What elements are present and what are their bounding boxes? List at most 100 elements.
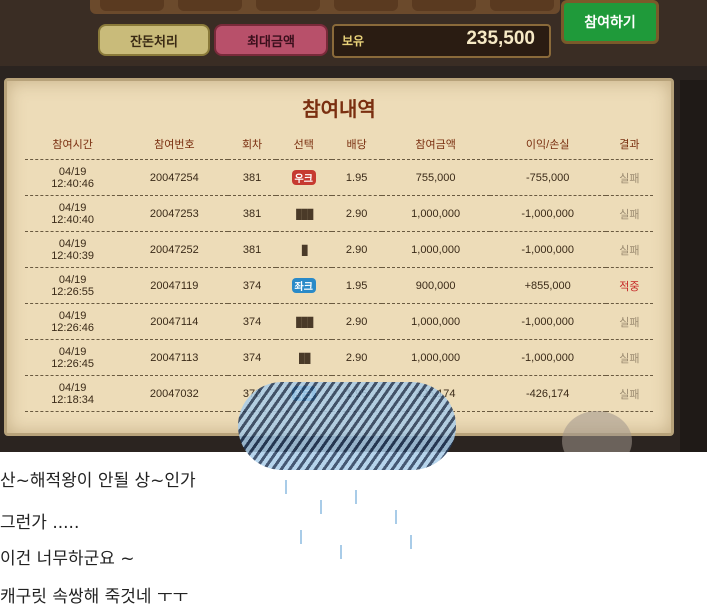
pl-cell: -426,174 (489, 375, 606, 412)
pick-cell: ▮▮▮ (275, 195, 332, 232)
round-cell: 381 (228, 159, 276, 196)
pick-cell: ▮▮ (275, 339, 332, 376)
odds-cell: 1.95 (331, 267, 382, 304)
time-text: 12:40:40 (51, 213, 95, 226)
table-row: 04/19 12:26:45 20047113 374 ▮▮ 2.90 1,000,000-… (25, 339, 653, 376)
pl-cell: -1,000,000 (489, 339, 606, 376)
max-amount-button[interactable]: 최대금액 (214, 24, 328, 56)
col-id: 참여번호 (120, 129, 229, 160)
date-text: 04/19 (58, 309, 87, 322)
pl-cell: -755,000 (489, 159, 606, 196)
pick-cell: ▮ (275, 231, 332, 268)
result-cell: 실패 (605, 339, 653, 376)
col-result: 결과 (605, 129, 653, 160)
balance-label: 보유 (342, 34, 365, 48)
id-cell: 20047253 (120, 195, 229, 232)
mascot-icon (562, 411, 632, 452)
comment-item: 캐구릿 속쌍해 죽것네 ㅜㅜ (0, 587, 189, 607)
ladder-icon: ▮▮▮ (295, 205, 314, 221)
odds-cell: 2.90 (331, 303, 382, 340)
id-cell: 20047032 (120, 375, 229, 412)
amount-cell: 755,000 (381, 159, 490, 196)
tab-strip (90, 0, 560, 14)
date-text: 04/19 (58, 273, 87, 286)
odds-cell: 2.90 (331, 195, 382, 232)
right-edge (680, 80, 707, 452)
pl-cell: -1,000,000 (489, 195, 606, 232)
result-cell: 실패 (605, 231, 653, 268)
time-text: 12:26:45 (51, 357, 95, 370)
id-cell: 20047252 (120, 231, 229, 268)
time-cell: 04/19 12:26:45 (25, 339, 121, 376)
pick-cell: ▮▮▮ (275, 303, 332, 340)
table-row: 04/19 12:26:46 20047114 374 ▮▮▮ 2.90 1,000,000… (25, 303, 653, 340)
pick-cell: 좌크 (275, 267, 332, 304)
comment-list: 산~해적왕이 안될 상~인가 그런가 ..... 이건 너무하군요 ~ 캐구릿 … (0, 452, 707, 616)
amount-cell: 1,000,000 (381, 339, 490, 376)
result-cell: 실패 (605, 159, 653, 196)
change-button[interactable]: 잔돈처리 (98, 24, 210, 56)
time-text: 12:40:39 (51, 249, 95, 262)
time-cell: 04/19 12:40:46 (25, 159, 121, 196)
top-toolbar: 잔돈처리 최대금액 보유 235,500 참여하기 (0, 0, 707, 66)
table-row: 04/19 12:26:55 20047119 374 좌크 1.95 900,000 +85… (25, 267, 653, 304)
result-cell: 적중 (605, 267, 653, 304)
round-cell: 374 (228, 339, 276, 376)
table-row: 04/19 12:40:39 20047252 381 ▮ 2.90 1,000,000 -1… (25, 231, 653, 268)
result-cell: 실패 (605, 303, 653, 340)
time-cell: 04/19 12:26:55 (25, 267, 121, 304)
balance-value: 235,500 (466, 28, 535, 49)
ladder-icon: ▮ (300, 241, 309, 257)
comment-item: 산~해적왕이 안될 상~인가 (0, 471, 196, 491)
amount-cell: 1,000,000 (381, 231, 490, 268)
time-cell: 04/19 12:40:40 (25, 195, 121, 232)
col-pick: 선택 (275, 129, 332, 160)
round-cell: 381 (228, 195, 276, 232)
id-cell: 20047114 (120, 303, 229, 340)
time-text: 12:40:46 (51, 177, 95, 190)
id-cell: 20047113 (120, 339, 229, 376)
table-row: 04/19 12:40:46 20047254 381 우크 1.95 755,000 -75… (25, 159, 653, 196)
amount-cell: 900,000 (381, 267, 490, 304)
amount-cell: 1,000,000 (381, 303, 490, 340)
left-badge-icon: 좌크 (291, 278, 316, 293)
ladder-icon: ▮▮▮ (295, 313, 314, 329)
pl-cell: -1,000,000 (489, 303, 606, 340)
id-cell: 20047119 (120, 267, 229, 304)
pl-cell: -1,000,000 (489, 231, 606, 268)
col-amount: 참여금액 (381, 129, 490, 160)
odds-cell: 1.95 (331, 159, 382, 196)
col-pl: 이익/손실 (489, 129, 606, 160)
pl-cell: +855,000 (489, 267, 606, 304)
time-text: 12:26:55 (51, 285, 95, 298)
join-button[interactable]: 참여하기 (561, 0, 659, 44)
date-text: 04/19 (58, 201, 87, 214)
result-cell: 실패 (605, 195, 653, 232)
odds-cell: 2.90 (331, 339, 382, 376)
panel-title: 참여내역 (302, 99, 376, 121)
date-text: 04/19 (58, 345, 87, 358)
col-odds: 배당 (331, 129, 382, 160)
time-text: 12:18:34 (51, 393, 95, 406)
pick-cell: 우크 (275, 159, 332, 196)
col-round: 회차 (228, 129, 276, 160)
time-text: 12:26:46 (51, 321, 95, 334)
right-badge-icon: 우크 (291, 170, 316, 185)
time-cell: 04/19 12:26:46 (25, 303, 121, 340)
comment-item: 이건 너무하군요 ~ (0, 549, 135, 569)
date-text: 04/19 (58, 165, 87, 178)
history-table: 참여시간 참여번호 회차 선택 배당 참여금액 이익/손실 결과 04/19 12… (25, 129, 653, 412)
amount-cell: 1,000,000 (381, 195, 490, 232)
ladder-icon: ▮▮ (298, 349, 311, 365)
comment-item: 그런가 ..... (0, 513, 80, 533)
round-cell: 374 (228, 303, 276, 340)
col-time: 참여시간 (25, 129, 121, 160)
time-cell: 04/19 12:40:39 (25, 231, 121, 268)
time-cell: 04/19 12:18:34 (25, 375, 121, 412)
balance-display: 보유 235,500 (332, 24, 551, 58)
id-cell: 20047254 (120, 159, 229, 196)
round-cell: 374 (228, 267, 276, 304)
table-header: 참여시간 참여번호 회차 선택 배당 참여금액 이익/손실 결과 (25, 129, 653, 160)
result-cell: 실패 (605, 375, 653, 412)
odds-cell: 2.90 (331, 231, 382, 268)
